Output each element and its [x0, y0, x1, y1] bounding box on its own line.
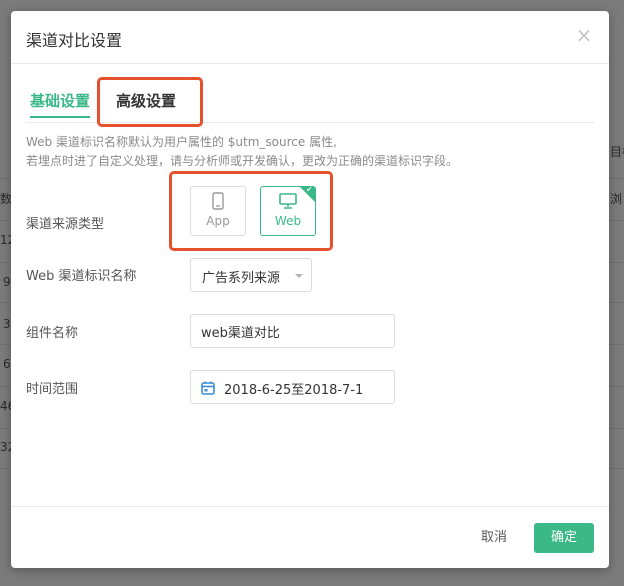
web-channel-field-select[interactable]: 广告系列来源	[190, 258, 312, 292]
bg-text-fragment: 3	[3, 317, 11, 331]
select-value: 广告系列来源	[202, 271, 281, 286]
time-range-label: 时间范围	[26, 382, 79, 397]
channel-compare-dialog: 渠道对比设置 × 基础设置 高级设置 Web 渠道标识名称默认为用户属性的 $u…	[11, 11, 609, 568]
advanced-tab-highlight	[97, 77, 203, 127]
bg-text-fragment: 9	[3, 275, 11, 289]
confirm-button[interactable]: 确定	[534, 523, 594, 553]
source-option-app[interactable]: App	[190, 186, 246, 236]
time-range-value: 2018-6-25至2018-7-1	[224, 383, 364, 398]
phone-icon	[191, 192, 245, 210]
description-text: Web 渠道标识名称默认为用户属性的 $utm_source 属性, 若埋点时进…	[26, 133, 458, 171]
source-type-label: 渠道来源类型	[26, 217, 105, 232]
check-icon: ✓	[305, 186, 314, 195]
bg-text-fragment: 浏	[610, 192, 623, 206]
active-tab-indicator	[30, 116, 90, 118]
bg-text-fragment: 目标	[610, 145, 624, 159]
source-option-label: App	[206, 214, 230, 228]
component-name-input[interactable]	[190, 314, 395, 348]
dialog-title: 渠道对比设置	[26, 31, 123, 50]
chevron-down-icon	[295, 274, 303, 278]
web-channel-field-label: Web 渠道标识名称	[26, 269, 137, 284]
source-option-web[interactable]: Web ✓	[260, 186, 316, 236]
calendar-icon	[201, 380, 215, 399]
description-line: Web 渠道标识名称默认为用户属性的 $utm_source 属性,	[26, 135, 337, 149]
dialog-header: 渠道对比设置 ×	[11, 11, 609, 64]
time-range-picker[interactable]: 2018-6-25至2018-7-1	[190, 370, 395, 404]
description-line: 若埋点时进了自定义处理，请与分析师或开发确认，更改为正确的渠道标识字段。	[26, 154, 459, 168]
bg-text-fragment: 6	[3, 357, 11, 371]
source-option-label: Web	[274, 214, 302, 228]
footer-divider	[11, 506, 609, 507]
component-name-label: 组件名称	[26, 326, 79, 341]
close-icon[interactable]: ×	[573, 23, 595, 47]
tab-basic-settings[interactable]: 基础设置	[30, 90, 90, 111]
cancel-button[interactable]: 取消	[467, 524, 521, 552]
